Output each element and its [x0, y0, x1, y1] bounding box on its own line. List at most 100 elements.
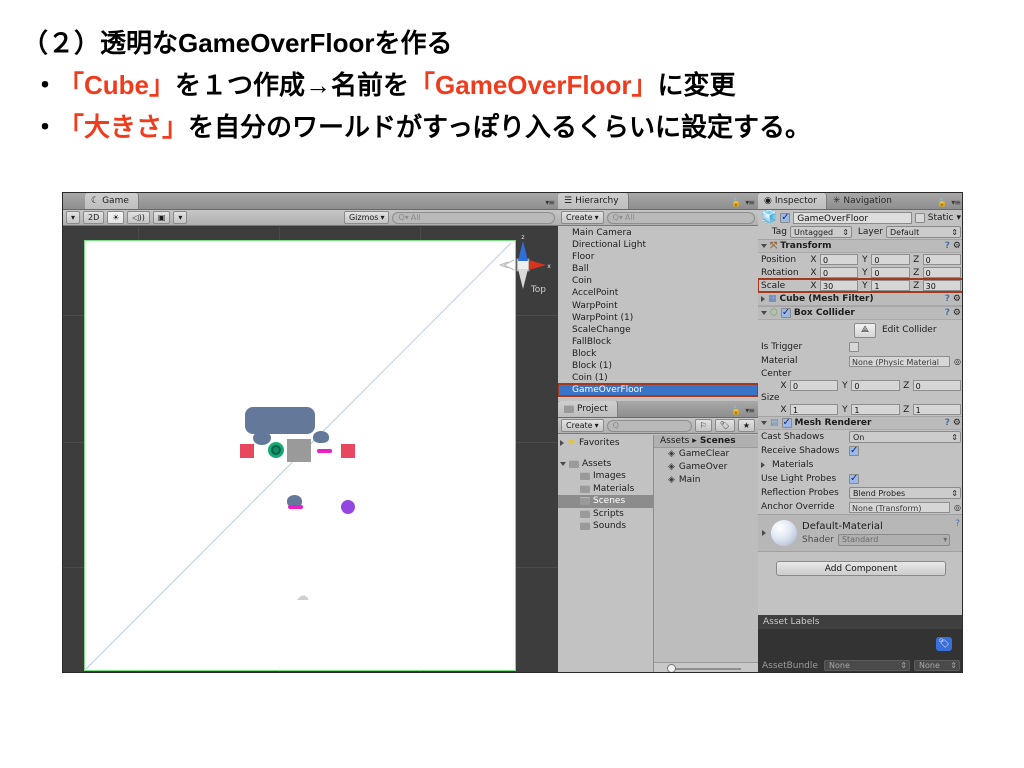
- gear-icon[interactable]: ⚙: [953, 241, 961, 251]
- mesh-renderer-enabled-checkbox[interactable]: [781, 417, 792, 428]
- gameobject-name-input[interactable]: GameOverFloor: [793, 211, 912, 224]
- object-picker-icon[interactable]: ◎: [954, 503, 961, 512]
- warppoint-object-1[interactable]: [313, 431, 329, 443]
- gameobject-enabled-checkbox[interactable]: [780, 212, 791, 223]
- project-folder-images[interactable]: Images: [558, 470, 653, 483]
- hierarchy-item-block[interactable]: Block: [558, 348, 758, 360]
- static-dropdown-arrow[interactable]: ▾: [956, 213, 961, 223]
- help-icon[interactable]: ?: [945, 418, 950, 428]
- hierarchy-item-block-1[interactable]: Block (1): [558, 360, 758, 372]
- scale-y-input[interactable]: 1: [871, 280, 910, 291]
- collider-center-z-input[interactable]: 0: [912, 380, 961, 391]
- label-tag-icon[interactable]: 🏷: [936, 637, 952, 651]
- static-checkbox[interactable]: [914, 212, 925, 223]
- lock-icon[interactable]: 🔒: [937, 198, 947, 207]
- collider-size-y-input[interactable]: 1: [851, 404, 900, 415]
- hierarchy-create-button[interactable]: Create ▾: [561, 211, 604, 224]
- project-zoom-slider-track[interactable]: [667, 663, 741, 672]
- scene-fx-arrow-button[interactable]: ▾: [173, 211, 188, 224]
- box-collider-component-header[interactable]: ⬡ Box Collider ? ⚙: [758, 306, 962, 320]
- transform-component-header[interactable]: ⤧ Transform ? ⚙: [758, 239, 962, 253]
- breadcrumb-assets[interactable]: Assets: [660, 435, 689, 448]
- gizmos-button[interactable]: Gizmos ▾: [343, 211, 390, 224]
- scale-z-input[interactable]: 30: [922, 280, 961, 291]
- warppoint-marker-2[interactable]: [288, 505, 303, 509]
- scene-tab-options[interactable]: ▾≡: [545, 198, 558, 209]
- chevron-down-icon[interactable]: [761, 311, 767, 315]
- position-z-input[interactable]: 0: [922, 254, 961, 265]
- shader-dropdown[interactable]: Standard ▾: [837, 533, 951, 546]
- chevron-down-icon[interactable]: [560, 461, 566, 466]
- breadcrumb-scenes[interactable]: Scenes: [700, 435, 736, 448]
- lock-icon[interactable]: 🔒: [731, 198, 741, 207]
- lock-icon[interactable]: 🔒: [731, 406, 741, 415]
- project-folder-sounds[interactable]: Sounds: [558, 520, 653, 533]
- hierarchy-list[interactable]: Main Camera Directional Light Floor Ball…: [558, 227, 758, 401]
- collider-size-x-input[interactable]: 1: [790, 404, 839, 415]
- hierarchy-item-ball[interactable]: Ball: [558, 263, 758, 275]
- scene-fx-button[interactable]: ▣: [152, 211, 171, 224]
- box-collider-enabled-checkbox[interactable]: [780, 307, 791, 318]
- inspector-menu-icon[interactable]: ▾≡: [951, 198, 961, 207]
- hierarchy-item-warppoint-1[interactable]: WarpPoint (1): [558, 312, 758, 324]
- project-tab-options[interactable]: 🔒 ▾≡: [731, 406, 758, 417]
- hierarchy-item-directional-light[interactable]: Directional Light: [558, 239, 758, 251]
- chevron-right-icon[interactable]: [560, 440, 564, 447]
- layer-dropdown[interactable]: Default ⇕: [886, 226, 961, 238]
- scene-viewport[interactable]: ☁ z x Top: [63, 227, 558, 672]
- scene-2d-toggle[interactable]: 2D: [83, 211, 105, 224]
- scale-x-input[interactable]: 30: [820, 280, 859, 291]
- collider-center-y-input[interactable]: 0: [851, 380, 900, 391]
- scene-orientation-gizmo[interactable]: z x: [494, 231, 552, 307]
- project-folder-scripts[interactable]: Scripts: [558, 508, 653, 521]
- help-icon[interactable]: ?: [945, 308, 950, 318]
- hierarchy-search-input[interactable]: Q▾ All: [606, 211, 755, 224]
- inspector-tab-options[interactable]: 🔒 ▾≡: [937, 198, 962, 209]
- physic-material-field[interactable]: None (Physic Material: [849, 355, 951, 367]
- hierarchy-item-fallblock[interactable]: FallBlock: [558, 336, 758, 348]
- block-object-right[interactable]: [341, 444, 355, 458]
- help-icon[interactable]: ?: [945, 241, 950, 251]
- scene-drawmode-button[interactable]: ▾: [66, 211, 81, 224]
- warppoint-marker-1[interactable]: [317, 449, 332, 453]
- materials-row[interactable]: Materials: [758, 458, 962, 472]
- hierarchy-item-warppoint[interactable]: WarpPoint: [558, 300, 758, 312]
- scene-menu-icon[interactable]: ▾≡: [545, 198, 555, 207]
- mesh-renderer-component-header[interactable]: ▤ Mesh Renderer ? ⚙: [758, 416, 962, 430]
- project-folder-materials[interactable]: Materials: [558, 483, 653, 496]
- project-folder-scenes[interactable]: Scenes: [558, 495, 653, 508]
- rotation-x-input[interactable]: 0: [820, 267, 859, 278]
- is-trigger-checkbox[interactable]: [849, 342, 859, 352]
- hierarchy-item-gameoverfloor[interactable]: GameOverFloor: [558, 383, 758, 398]
- tab-hierarchy[interactable]: ☰ Hierarchy: [558, 193, 629, 209]
- project-filter-label-button[interactable]: 🏷: [714, 419, 735, 432]
- hierarchy-item-scalechange[interactable]: ScaleChange: [558, 324, 758, 336]
- hierarchy-item-floor[interactable]: Floor: [558, 251, 758, 263]
- chevron-right-icon[interactable]: [762, 530, 766, 536]
- position-x-input[interactable]: 0: [820, 254, 859, 265]
- main-camera-gizmo-icon[interactable]: ☁: [296, 589, 309, 604]
- floor-edge-object[interactable]: [253, 431, 271, 445]
- floor-slab-object[interactable]: [245, 407, 315, 434]
- project-filter-type-button[interactable]: ⚐: [694, 419, 712, 432]
- project-asset-gameover[interactable]: ◈ GameOver: [654, 461, 758, 474]
- add-component-button[interactable]: Add Component: [776, 561, 946, 576]
- project-breadcrumb[interactable]: Assets ▸ Scenes: [654, 435, 758, 448]
- rotation-z-input[interactable]: 0: [922, 267, 961, 278]
- chevron-down-icon[interactable]: [761, 421, 767, 425]
- chevron-right-icon[interactable]: [761, 462, 765, 468]
- hierarchy-menu-icon[interactable]: ▾≡: [745, 198, 755, 207]
- edit-collider-button[interactable]: ⟁: [854, 322, 876, 338]
- project-content-pane[interactable]: Assets ▸ Scenes ◈ GameClear ◈ GameOver ◈…: [654, 435, 758, 672]
- receive-shadows-checkbox[interactable]: [849, 445, 859, 456]
- scene-lighting-toggle[interactable]: ☀: [107, 211, 125, 224]
- collider-center-x-input[interactable]: 0: [790, 380, 839, 391]
- assetbundle-variant-dropdown[interactable]: None ⇕: [914, 660, 960, 671]
- ball-object[interactable]: [268, 442, 284, 458]
- block-object-left[interactable]: [240, 444, 254, 458]
- object-picker-icon[interactable]: ◎: [954, 357, 961, 366]
- anchor-override-field[interactable]: None (Transform): [849, 501, 951, 513]
- hierarchy-item-coin-1[interactable]: Coin (1): [558, 372, 758, 384]
- help-icon[interactable]: ?: [955, 519, 960, 529]
- tab-game[interactable]: ☾ Game: [85, 193, 139, 209]
